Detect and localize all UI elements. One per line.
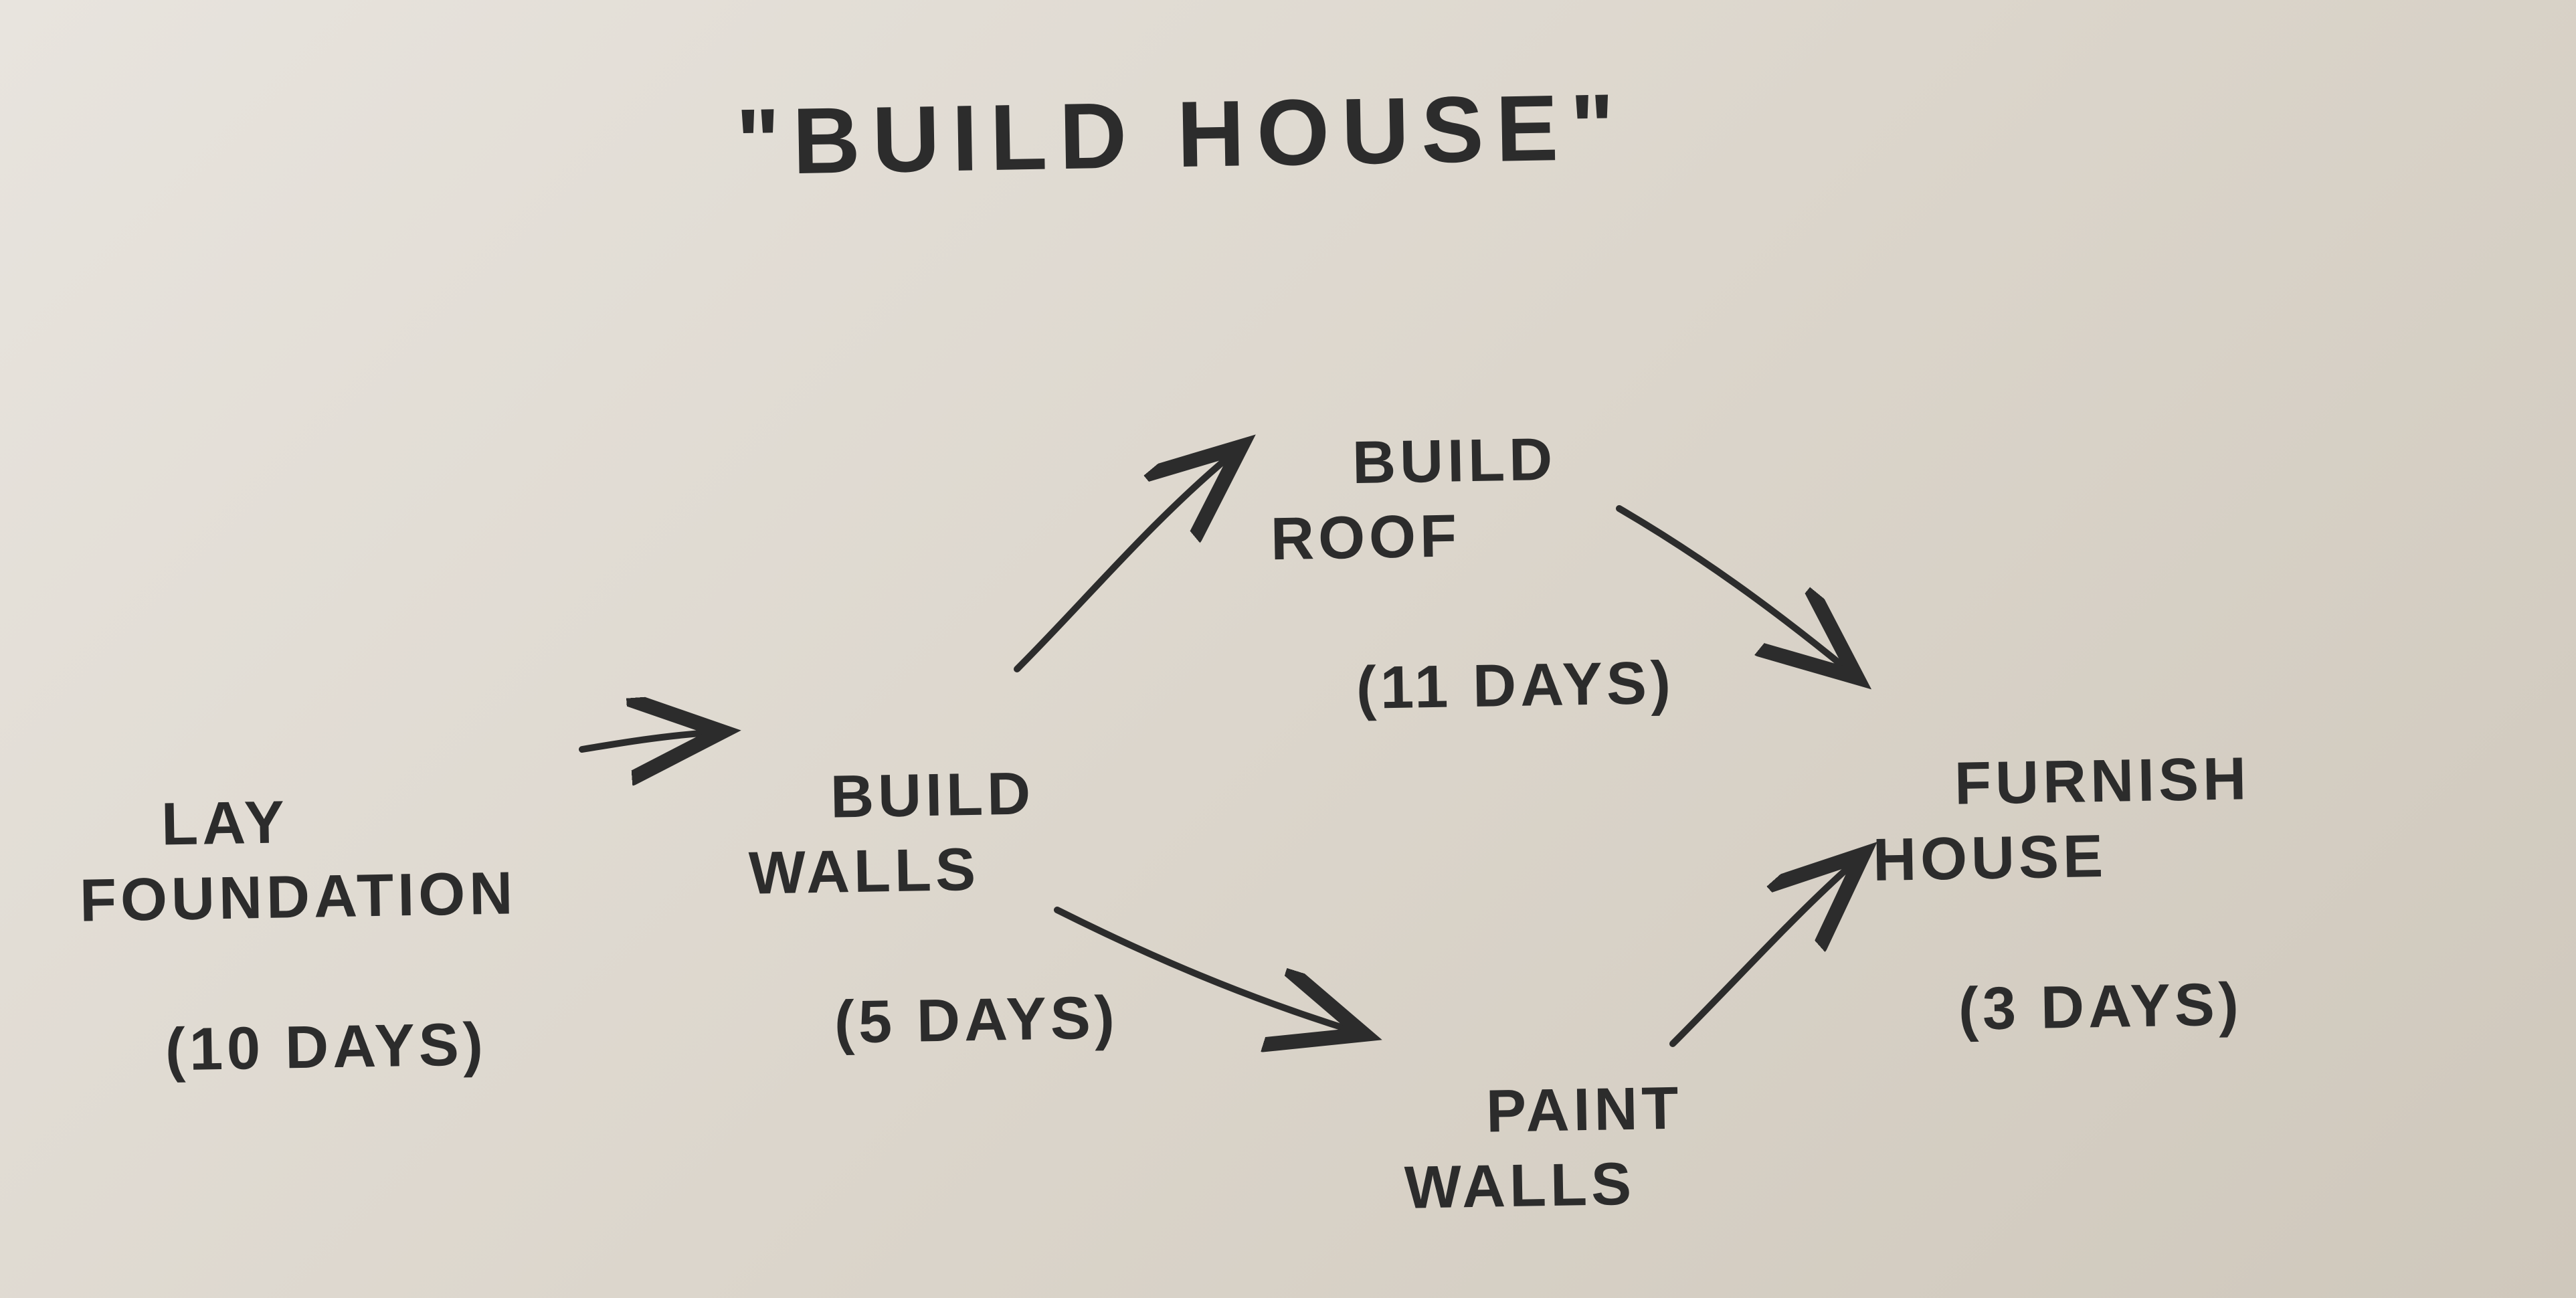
- node-furnish-house: FURNISH HOUSE (3 DAYS): [1869, 666, 2256, 1124]
- node-label: BUILD WALLS: [748, 760, 1035, 907]
- diagram-title: "BUILD HOUSE": [735, 72, 1628, 196]
- arrow-foundation-to-walls: [582, 733, 709, 749]
- arrow-walls-to-roof: [1017, 455, 1231, 669]
- node-paint-walls: PAINT WALLS (2 DAYS): [1401, 994, 1776, 1298]
- node-duration: (11 DAYS): [1356, 650, 1675, 722]
- node-build-roof: BUILD ROOF (11 DAYS): [1267, 345, 1677, 803]
- node-label: PAINT WALLS: [1404, 1075, 1683, 1222]
- node-duration: (10 DAYS): [165, 1011, 488, 1083]
- node-lay-foundation: LAY FOUNDATION (10 DAYS): [76, 705, 521, 1164]
- node-build-walls: BUILD WALLS (5 DAYS): [745, 679, 1121, 1137]
- node-duration: (5 DAYS): [834, 984, 1119, 1056]
- node-label: FURNISH HOUSE: [1872, 745, 2251, 894]
- node-duration: (3 DAYS): [1958, 971, 2243, 1042]
- diagram-canvas: "BUILD HOUSE" LAY FOUNDATION (10 DAYS) B…: [0, 0, 2576, 1298]
- node-label: LAY FOUNDATION: [79, 789, 517, 935]
- node-label: BUILD ROOF: [1270, 426, 1557, 573]
